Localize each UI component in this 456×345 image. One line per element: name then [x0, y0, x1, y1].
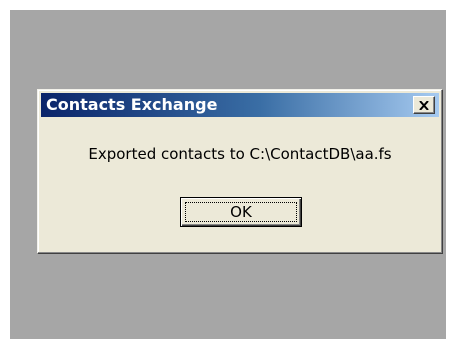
dialog-title: Contacts Exchange: [46, 95, 218, 114]
desktop-background: Contacts Exchange Exported contacts to C…: [10, 10, 446, 339]
ok-button-label: OK: [230, 203, 252, 221]
dialog-titlebar[interactable]: Contacts Exchange: [41, 93, 439, 117]
ok-button[interactable]: OK: [180, 197, 302, 227]
dialog-message: Exported contacts to C:\ContactDB\aa.fs: [88, 145, 392, 163]
close-icon: [419, 100, 429, 110]
message-dialog: Contacts Exchange Exported contacts to C…: [37, 89, 443, 254]
close-button[interactable]: [413, 96, 435, 114]
